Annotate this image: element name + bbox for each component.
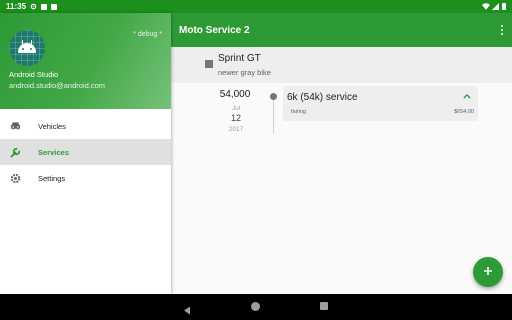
service-card[interactable]: 6k (54k) service fairing $654.00	[283, 86, 478, 121]
battery-icon	[502, 3, 506, 10]
vehicle-description: newer gray bike	[218, 68, 271, 77]
service-title: 6k (54k) service	[287, 92, 358, 103]
more-vert-icon[interactable]	[492, 20, 512, 40]
service-year: 2017	[228, 126, 244, 133]
add-icon	[483, 263, 493, 281]
add-service-button[interactable]	[473, 257, 503, 287]
cell-signal-icon	[492, 3, 499, 10]
sd-card-icon	[51, 3, 58, 10]
chevron-up-icon[interactable]	[460, 90, 474, 102]
status-time: 11:35	[6, 2, 27, 11]
app-bar: Moto Service 2	[171, 13, 512, 47]
part-name: fairing	[291, 109, 306, 115]
status-bar: 11:35	[0, 0, 512, 13]
drawer-item-settings[interactable]: Settings	[0, 165, 171, 191]
drawer-header: * debug * Android Studio android.studio@…	[0, 13, 171, 109]
avatar[interactable]	[9, 30, 45, 66]
recent-apps-icon[interactable]	[320, 302, 328, 310]
debug-label: * debug *	[133, 31, 162, 38]
navigation-drawer: * debug * Android Studio android.studio@…	[0, 13, 171, 294]
timeline-dot	[270, 93, 277, 100]
gear-icon	[9, 172, 21, 184]
wifi-icon	[482, 3, 490, 10]
vehicle-color-swatch	[205, 60, 213, 68]
services-content: Sprint GT newer gray bike 54,000 Jul 12 …	[171, 47, 512, 294]
service-day: 12	[230, 113, 241, 123]
app-title: Moto Service 2	[179, 24, 250, 36]
user-email: android.studio@android.com	[9, 81, 106, 90]
timeline-line	[273, 94, 274, 134]
vehicle-name: Sprint GT	[218, 53, 261, 64]
service-odometer: 54,000	[219, 89, 251, 100]
car-icon	[9, 120, 21, 132]
drawer-item-label: Services	[38, 147, 69, 157]
user-name: Android Studio	[9, 70, 59, 79]
system-nav-bar	[0, 294, 512, 320]
drawer-item-vehicles[interactable]: Vehicles	[0, 113, 171, 139]
back-icon[interactable]	[183, 302, 191, 320]
drawer-item-label: Vehicles	[38, 121, 66, 131]
settings-icon	[30, 3, 37, 10]
service-month: Jul	[231, 105, 241, 112]
drawer-item-label: Settings	[38, 173, 66, 183]
wrench-icon	[9, 146, 21, 158]
drawer-nav-list: Vehicles Services Settings	[0, 113, 171, 191]
drawer-item-services[interactable]: Services	[0, 139, 171, 165]
home-icon[interactable]	[251, 302, 260, 311]
notification-icon	[41, 3, 48, 10]
part-cost: $654.00	[454, 109, 474, 115]
vehicle-header[interactable]: Sprint GT newer gray bike	[171, 47, 512, 83]
